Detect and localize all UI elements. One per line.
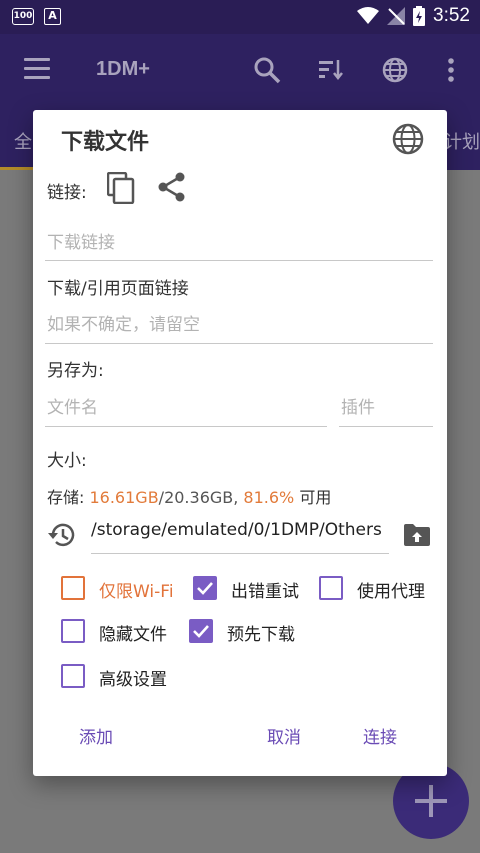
size-label: 大小: [47,451,87,471]
app-title: 1DM+ [96,58,150,80]
storage-prefix: 存储: [47,488,90,507]
check-icon [197,582,213,595]
app-bar: 1DM+ [0,34,480,106]
use-proxy-checkbox[interactable] [319,576,343,600]
folder-upload-icon[interactable] [403,522,431,548]
status-bar: 100 A 3:52 [0,0,480,34]
save-as-label: 另存为: [47,361,104,381]
add-button[interactable]: 添加 [79,723,113,748]
storage-used: 16.61GB [89,488,159,507]
battery-icon [413,6,426,26]
history-icon[interactable] [47,520,77,550]
battery-saver-icon: 100 [12,8,34,25]
download-path[interactable]: /storage/emulated/0/1DMP/Others [91,520,382,540]
path-underline [91,553,389,554]
filename-underline [45,426,327,427]
more-vert-icon[interactable] [437,56,465,84]
check-icon [193,625,209,638]
sort-icon[interactable] [317,56,345,84]
globe-icon[interactable] [381,56,409,84]
share-icon[interactable] [157,172,187,202]
cancel-button[interactable]: 取消 [267,723,301,748]
connect-button[interactable]: 连接 [363,723,397,748]
storage-percent: 81.6% [243,488,295,507]
use-proxy-label: 使用代理 [357,582,425,602]
retry-on-error-checkbox[interactable] [193,576,217,600]
link-input-underline [45,260,433,261]
storage-suffix: 可用 [294,488,332,507]
clock: 3:52 [433,5,470,26]
wifi-only-label: 仅限Wi-Fi [99,582,174,602]
tab-all[interactable]: 全 [14,128,32,154]
wifi-only-checkbox[interactable] [61,576,85,600]
no-signal-icon [387,7,406,25]
advanced-settings-label: 高级设置 [99,670,167,690]
menu-icon[interactable] [24,58,50,80]
browser-globe-icon[interactable] [391,122,425,156]
pre-download-label: 预先下载 [227,625,295,645]
search-icon[interactable] [253,56,281,84]
hidden-file-label: 隐藏文件 [99,625,167,645]
link-label: 链接: [47,183,87,203]
filename-input[interactable]: 文件名 [47,393,98,418]
advanced-settings-checkbox[interactable] [61,664,85,688]
ref-page-input[interactable]: 如果不确定，请留空 [47,310,200,335]
paste-copy-icon[interactable] [107,172,135,204]
notification-a-icon: A [44,8,61,25]
hidden-file-checkbox[interactable] [61,619,85,643]
tab-scheduled[interactable]: 计划 [444,128,480,154]
storage-total: /20.36GB, [158,488,244,507]
link-input[interactable]: 下载链接 [47,228,115,253]
wifi-icon [357,7,380,24]
retry-on-error-label: 出错重试 [231,582,299,602]
storage-info: 存储: 16.61GB/20.36GB, 81.6% 可用 [47,484,331,508]
ref-page-label: 下载/引用页面链接 [47,279,189,299]
dialog-title: 下载文件 [61,130,150,155]
pre-download-checkbox[interactable] [189,619,213,643]
download-file-dialog: 下载文件 链接: 下载链接 下载/引用页面链接 如果不确定，请留空 另存为: 文… [33,110,447,776]
plugin-input[interactable]: 插件 [341,393,375,418]
plugin-underline [339,426,433,427]
ref-input-underline [45,343,433,344]
